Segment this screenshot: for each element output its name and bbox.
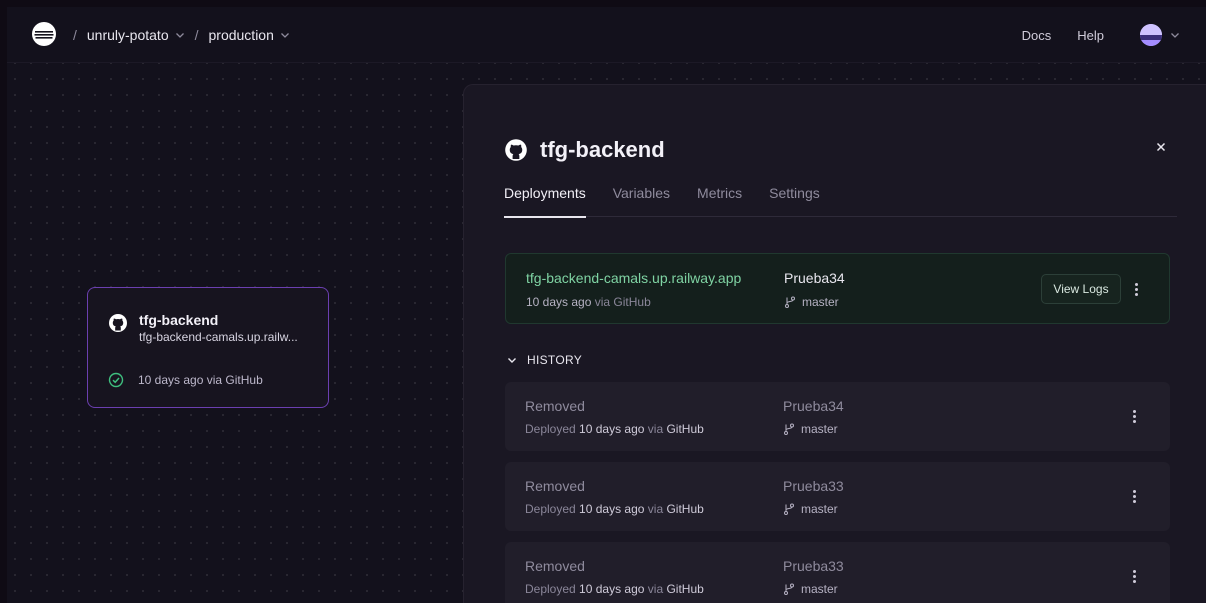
branch-name: master [801, 422, 838, 436]
history-status: Removed [525, 398, 585, 414]
history-branch: master [783, 422, 838, 436]
history-commit: Prueba34 [783, 398, 844, 414]
breadcrumb: / unruly-potato / production [73, 7, 300, 63]
history-status: Removed [525, 558, 585, 574]
git-branch-icon [784, 423, 794, 435]
service-card[interactable]: tfg-backend tfg-backend-camals.up.railw.… [87, 287, 329, 408]
environment-switcher[interactable]: production [209, 27, 290, 43]
account-menu[interactable] [1140, 24, 1180, 46]
history-meta: Deployed 10 days ago via GitHub [525, 502, 704, 516]
history-source: GitHub [666, 502, 704, 516]
history-time: 10 days ago [579, 502, 645, 516]
docs-link[interactable]: Docs [1022, 28, 1052, 43]
project-name: unruly-potato [86, 27, 169, 43]
tab-variables[interactable]: Variables [613, 185, 670, 217]
close-icon [1156, 142, 1166, 152]
check-circle-icon [108, 372, 124, 388]
active-deployment-row: tfg-backend-camals.up.railway.app 10 day… [505, 253, 1170, 324]
deployment-time: 10 days ago [526, 295, 592, 309]
more-options-icon[interactable] [1128, 279, 1144, 299]
close-button[interactable] [1151, 137, 1171, 157]
deployment-url-link[interactable]: tfg-backend-camals.up.railway.app [526, 270, 741, 286]
help-link[interactable]: Help [1077, 28, 1104, 43]
top-right-nav: Docs Help [996, 7, 1180, 63]
railway-logo-icon[interactable] [31, 21, 57, 47]
tab-settings[interactable]: Settings [769, 185, 820, 217]
top-bar: / unruly-potato / production Docs Help [7, 7, 1206, 63]
git-branch-icon [785, 296, 795, 308]
history-row: Removed Deployed 10 days ago via GitHub … [505, 542, 1170, 603]
history-label: HISTORY [527, 353, 583, 367]
github-icon [109, 314, 127, 332]
history-source: GitHub [666, 422, 704, 436]
more-options-icon[interactable] [1126, 406, 1142, 426]
history-time: 10 days ago [579, 582, 645, 596]
service-card-url: tfg-backend-camals.up.railw... [139, 330, 298, 344]
app-window: / unruly-potato / production Docs Help t… [7, 7, 1206, 603]
chevron-down-icon [1171, 33, 1179, 38]
more-options-icon[interactable] [1126, 566, 1142, 586]
service-card-status-text: 10 days ago via GitHub [138, 373, 263, 387]
git-branch-icon [784, 503, 794, 515]
chevron-down-icon [508, 358, 516, 363]
history-time: 10 days ago [579, 422, 645, 436]
service-card-title: tfg-backend [139, 312, 219, 328]
history-source: GitHub [666, 582, 704, 596]
history-prefix: Deployed [525, 502, 576, 516]
breadcrumb-separator: / [73, 27, 77, 43]
panel-title: tfg-backend [504, 137, 665, 163]
history-toggle[interactable]: HISTORY [507, 353, 582, 367]
history-meta: Deployed 10 days ago via GitHub [525, 582, 704, 596]
github-icon [505, 139, 527, 161]
deployment-branch: master [784, 295, 839, 309]
service-panel: tfg-backend Deployments Variables Metric… [463, 84, 1206, 603]
chevron-down-icon [175, 33, 184, 38]
branch-name: master [802, 295, 839, 309]
history-row: Removed Deployed 10 days ago via GitHub … [505, 382, 1170, 451]
history-meta: Deployed 10 days ago via GitHub [525, 422, 704, 436]
environment-name: production [208, 27, 274, 43]
tab-deployments[interactable]: Deployments [504, 185, 586, 218]
avatar [1140, 24, 1162, 46]
deployment-commit: Prueba34 [784, 270, 845, 286]
deployment-source: via GitHub [594, 295, 651, 309]
history-row: Removed Deployed 10 days ago via GitHub … [505, 462, 1170, 531]
chevron-down-icon [280, 33, 289, 38]
view-logs-button[interactable]: View Logs [1041, 274, 1121, 304]
history-via: via [647, 502, 664, 516]
history-prefix: Deployed [525, 422, 576, 436]
history-status: Removed [525, 478, 585, 494]
service-card-status: 10 days ago via GitHub [108, 372, 263, 388]
history-via: via [647, 422, 664, 436]
deployment-meta: 10 days ago via GitHub [526, 295, 651, 309]
tab-metrics[interactable]: Metrics [697, 185, 742, 217]
panel-tabs: Deployments Variables Metrics Settings [504, 185, 1177, 218]
history-via: via [647, 582, 664, 596]
panel-title-text: tfg-backend [540, 137, 665, 162]
breadcrumb-separator: / [194, 27, 199, 43]
more-options-icon[interactable] [1126, 486, 1142, 506]
branch-name: master [801, 502, 838, 516]
history-branch: master [783, 502, 838, 516]
history-commit: Prueba33 [783, 478, 844, 494]
history-prefix: Deployed [525, 582, 576, 596]
project-switcher[interactable]: unruly-potato [87, 27, 185, 43]
history-branch: master [783, 582, 838, 596]
history-commit: Prueba33 [783, 558, 844, 574]
git-branch-icon [784, 583, 794, 595]
branch-name: master [801, 582, 838, 596]
